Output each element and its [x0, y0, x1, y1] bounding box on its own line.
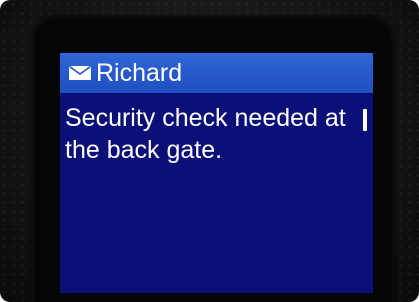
envelope-icon [69, 66, 91, 80]
device-body: Richard Security check needed at the bac… [0, 0, 419, 302]
display-screen: Richard Security check needed at the bac… [60, 53, 373, 293]
sender-name: Richard [96, 59, 183, 87]
message-body: Security check needed at the back gate. [65, 104, 346, 164]
message-title-bar: Richard [60, 53, 373, 93]
scrollbar-thumb[interactable] [363, 109, 367, 131]
